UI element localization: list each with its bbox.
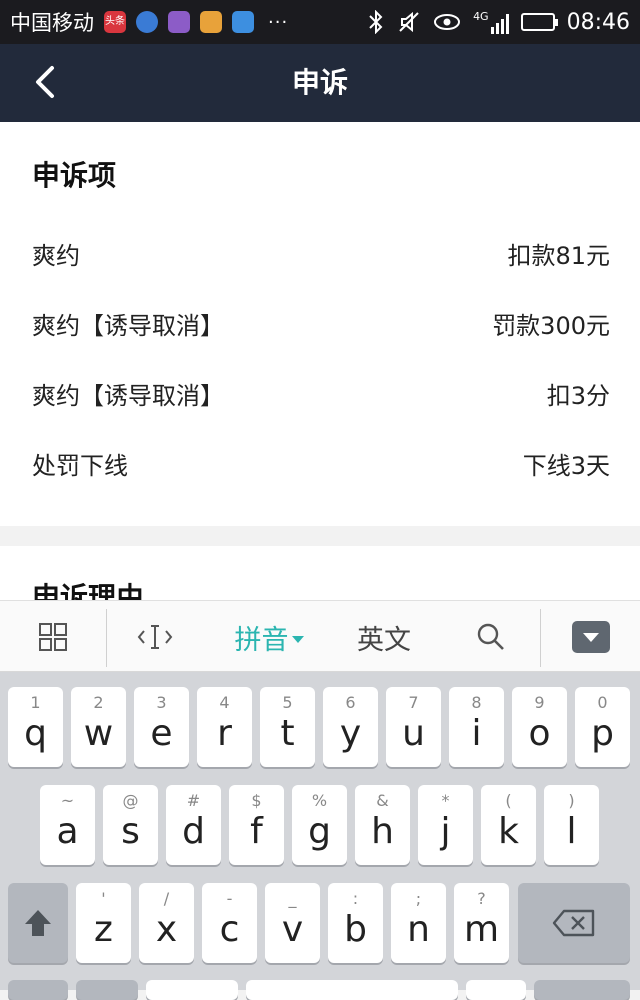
ime-toolbar: 拼音 英文 [0,600,640,672]
eye-comfort-icon [434,14,461,30]
map-app-icon [136,11,158,33]
appeal-reason-card: 申诉理由 [0,546,640,606]
key-s[interactable]: @ s [103,785,158,865]
battery-icon [520,13,558,31]
appeal-item-label: 爽约【诱导取消】 [32,382,224,410]
caret-down-icon [291,635,304,643]
game-app-icon [200,11,222,33]
key-p[interactable]: 0p [575,687,630,767]
carrier-label: 中国移动 [10,11,94,35]
key-e[interactable]: 3e [134,687,189,767]
key-c[interactable]: -c [202,883,257,963]
key-x[interactable]: / x [139,883,194,963]
appeal-item-value: 罚款300元 [492,312,610,340]
signal-icon: 4G [473,10,509,34]
browser-app-icon [232,11,254,33]
key-d[interactable]: # d [166,785,221,865]
toolbar-divider [106,609,107,667]
key-v[interactable]: _ v [265,883,320,963]
hide-keyboard-icon[interactable] [566,601,616,673]
soft-keyboard: 1q 2w 3e 4r 5t 6y 7u 8i 9o 0p ~ a @ s # d $… [0,672,640,1000]
key-z[interactable]: ' z [76,883,131,963]
key-h[interactable]: & h [355,785,410,865]
enter-key[interactable] [534,980,630,1000]
backspace-key[interactable] [518,883,630,963]
key-w[interactable]: 2w [71,687,126,767]
number-key[interactable] [76,980,138,1000]
title-bar: 申诉 [0,44,640,122]
key-a[interactable]: ~ a [40,785,95,865]
appeal-item-row: 处罚下线 下线3天 [0,446,640,486]
more-notifications-icon: ··· [268,11,289,33]
appeal-item-label: 爽约 [32,242,80,270]
appeal-item-value: 下线3天 [522,452,610,480]
key-l[interactable]: ) l [544,785,599,865]
mute-icon [399,11,419,33]
appeal-item-row: 爽约 扣款81元 [0,236,640,276]
shift-key[interactable] [8,883,68,963]
key-b[interactable]: :b [328,883,383,963]
key-y[interactable]: 6y [323,687,378,767]
key-n[interactable]: ; n [391,883,446,963]
appeal-item-label: 处罚下线 [32,452,128,480]
key-f[interactable]: $ f [229,785,284,865]
key-t[interactable]: 5t [260,687,315,767]
clock: 08:46 [566,9,630,35]
search-icon[interactable] [462,601,520,673]
ime-menu-grid-icon[interactable] [20,601,86,673]
network-type-label: 4G [473,10,489,23]
shift-arrow-icon [25,910,51,936]
keyboard-app-icon [168,11,190,33]
appeal-item-label: 爽约【诱导取消】 [32,312,224,340]
appeal-item-row: 爽约【诱导取消】 扣3分 [0,376,640,416]
bluetooth-icon [369,10,383,34]
appeal-item-row: 爽约【诱导取消】 罚款300元 [0,306,640,346]
key-r[interactable]: 4r [197,687,252,767]
key-k[interactable]: (k [481,785,536,865]
key-g[interactable]: % g [292,785,347,865]
punctuation-key[interactable] [466,980,526,1000]
key-o[interactable]: 9o [512,687,567,767]
appeal-item-value: 扣3分 [546,382,610,410]
key-j[interactable]: * j [418,785,473,865]
key-u[interactable]: 7u [386,687,441,767]
english-mode-tab[interactable]: 英文 [344,601,424,673]
backspace-icon [552,909,595,937]
key-i[interactable]: 8i [449,687,504,767]
key-q[interactable]: 1q [8,687,63,767]
page-title: 申诉 [291,66,348,99]
english-label: 英文 [357,624,411,656]
toutiao-app-icon: 头条 [104,11,126,33]
symbol-key[interactable] [8,980,68,1000]
space-key[interactable] [246,980,458,1000]
appeal-items-title: 申诉项 [32,159,117,192]
emoji-key[interactable] [146,980,238,1000]
appeal-items-card: 申诉项 爽约 扣款81元 爽约【诱导取消】 罚款300元 爽约【诱导取消】 扣3… [0,122,640,526]
toolbar-divider [540,609,541,667]
status-bar: 中国移动 头条 ··· 4G 08:46 [0,0,640,44]
cursor-move-icon[interactable] [124,601,186,673]
pinyin-mode-tab[interactable]: 拼音 [224,601,314,673]
key-m[interactable]: ? m [454,883,509,963]
pinyin-label: 拼音 [234,624,289,656]
appeal-item-value: 扣款81元 [507,242,610,270]
